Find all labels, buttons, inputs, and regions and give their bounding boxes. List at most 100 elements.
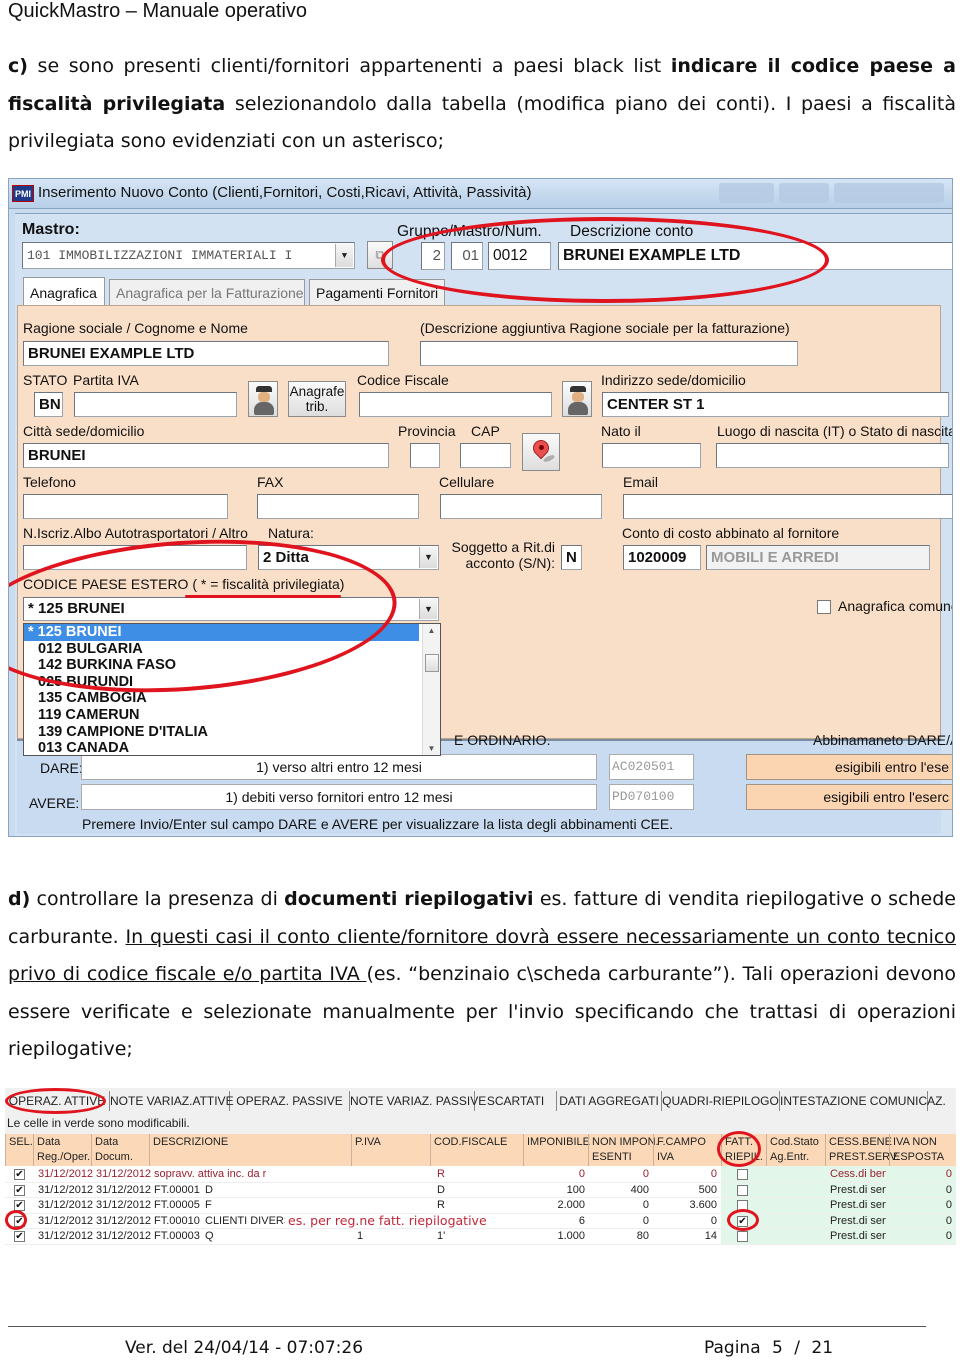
anagrafica-comune-checkbox[interactable] — [817, 600, 831, 614]
gruppo-field[interactable]: 2 — [421, 242, 445, 270]
country-option[interactable]: 025 BURUNDI — [24, 674, 440, 691]
data-doc-cell: 31/12/2012 — [96, 1168, 151, 1180]
cap-field[interactable] — [460, 443, 511, 468]
riepil-checkbox[interactable] — [737, 1169, 748, 1180]
tab-anagrafica-fatturazione[interactable]: Anagrafica per la Fatturazione — [109, 279, 305, 305]
country-option[interactable]: 013 CANADA — [24, 740, 440, 757]
data-doc-cell: 31/12/2012 — [96, 1199, 151, 1212]
ragione-sociale-field[interactable]: BRUNEI EXAMPLE LTD — [23, 341, 389, 366]
tab-quadri-riepilogo[interactable]: QUADRI-RIEPILOGO — [662, 1091, 780, 1111]
sel-checkbox[interactable]: ✔ — [14, 1231, 25, 1243]
conto-costo-code-field[interactable]: 1020009 — [623, 545, 701, 570]
iva-non-esposta-cell[interactable]: 0 — [889, 1198, 952, 1213]
dropdown-scrollbar[interactable]: ▲ ▼ — [422, 624, 440, 755]
provincia-field[interactable] — [410, 443, 440, 468]
descrizione-conto-field[interactable]: BRUNEI EXAMPLE LTD — [558, 242, 952, 270]
avere-field[interactable]: 1) debiti verso fornitori entro 12 mesi — [81, 784, 597, 810]
tab-note-variaz-passive[interactable]: NOTE VARIAZ. PASSIVE — [350, 1091, 486, 1111]
email-label: Email — [623, 474, 659, 490]
officer-lookup-button[interactable] — [248, 381, 278, 417]
iva-non-esposta-cell[interactable]: 0 — [889, 1167, 952, 1182]
tab-operaz-attive[interactable]: OPERAZ. ATTIVE — [5, 1091, 110, 1111]
luogo-nascita-field[interactable] — [716, 443, 949, 468]
officer-lookup-button-2[interactable] — [562, 381, 592, 417]
data-doc-cell: 31/12/2012 — [96, 1230, 151, 1243]
anagrafe-tributaria-button[interactable]: Anagrafe trib. — [288, 381, 346, 417]
tab-scartati[interactable]: SCARTATI — [475, 1091, 557, 1111]
scroll-up-icon[interactable]: ▲ — [423, 626, 440, 635]
country-option[interactable]: 119 CAMERUN — [24, 707, 440, 724]
riepil-checkbox[interactable] — [737, 1231, 748, 1243]
num-field[interactable]: 0012 — [488, 242, 551, 270]
cess-cell[interactable]: Prest.di serviz — [830, 1198, 886, 1213]
country-option[interactable]: 135 CAMBOGIA — [24, 690, 440, 707]
mastro-select[interactable]: 101 IMMOBILIZZAZIONI IMMATERIALI I ▼ — [22, 242, 355, 269]
codice-fiscale-field[interactable] — [359, 392, 552, 417]
section-d-marker: d) — [8, 888, 31, 910]
copy-button[interactable]: ⧉ — [367, 241, 393, 269]
dare-field[interactable]: 1) verso altri entro 12 mesi — [81, 754, 597, 780]
albo-field[interactable] — [23, 545, 247, 570]
window-button[interactable] — [834, 183, 944, 203]
chevron-down-icon[interactable]: ▼ — [335, 244, 353, 267]
codice-paese-select[interactable]: * 125 BRUNEI ▼ — [23, 597, 439, 621]
riepil-checkbox[interactable] — [737, 1200, 748, 1212]
descr-aggiuntiva-field[interactable] — [420, 341, 798, 366]
anagrafica-comune-label: Anagrafica comune — [838, 598, 953, 614]
fax-field[interactable] — [257, 494, 419, 519]
tab-pagamenti-fornitori[interactable]: Pagamenti Fornitori — [309, 279, 445, 305]
sel-checkbox[interactable]: ✔ — [14, 1184, 25, 1196]
country-dropdown-list[interactable]: * 125 BRUNEI 012 BULGARIA 142 BURKINA FA… — [23, 623, 441, 756]
country-option[interactable]: 012 BULGARIA — [24, 641, 440, 658]
nato-il-field[interactable] — [602, 443, 701, 468]
dare-abbinamento-button[interactable]: esigibili entro l'ese — [746, 754, 952, 780]
avere-abbinamento-button[interactable]: esigibili entro l'eserc — [746, 784, 952, 810]
chevron-down-icon[interactable]: ▼ — [419, 599, 437, 619]
sel-checkbox[interactable]: ✔ — [14, 1200, 25, 1212]
scrollbar-thumb[interactable] — [425, 654, 439, 672]
sel-checkbox[interactable]: ✔ — [14, 1215, 25, 1227]
country-option[interactable]: 139 CAMPIONE D'ITALIA — [24, 724, 440, 741]
column-header-line: Ag.Entr. — [770, 1151, 810, 1163]
footer-page-label: Pagina — [704, 1338, 761, 1358]
email-field[interactable] — [623, 494, 952, 519]
footer-version: Ver. del 24/04/14 - 07:07:26 — [125, 1338, 364, 1358]
country-option[interactable]: * 125 BRUNEI — [24, 624, 419, 641]
riepil-checkbox[interactable]: ✔ — [737, 1215, 748, 1227]
cess-cell[interactable]: Prest.di serviz — [830, 1229, 886, 1244]
tab-intestazione-comunicaz[interactable]: INTESTAZIONE COMUNICAZ. — [780, 1091, 946, 1111]
column-header: SEL. — [5, 1134, 36, 1166]
indirizzo-field[interactable]: CENTER ST 1 — [602, 392, 949, 417]
window-button[interactable] — [719, 183, 774, 203]
tab-anagrafica[interactable]: Anagrafica — [23, 277, 105, 305]
data-doc-cell: 31/12/2012 — [96, 1214, 151, 1227]
stato-field[interactable]: BN — [34, 392, 63, 417]
tab-dati-aggregati[interactable]: DATI AGGREGATI — [557, 1091, 662, 1111]
scroll-down-icon[interactable]: ▼ — [423, 744, 440, 753]
cess-cell[interactable]: Prest.di serviz — [830, 1183, 886, 1198]
cess-cell[interactable]: Prest.di serviz — [830, 1214, 886, 1229]
partita-iva-field[interactable] — [74, 392, 237, 417]
window-button[interactable] — [779, 183, 829, 203]
telefono-field[interactable] — [23, 494, 228, 519]
iva-non-esposta-cell[interactable]: 0 — [889, 1229, 952, 1244]
ritenuta-field[interactable]: N — [561, 545, 582, 570]
section-d-text-1: controllare la presenza di — [30, 888, 285, 910]
iva-non-esposta-cell[interactable]: 0 — [889, 1183, 952, 1198]
riepil-checkbox[interactable] — [737, 1184, 748, 1196]
citta-field[interactable]: BRUNEI — [23, 443, 389, 468]
iva-non-esposta-cell[interactable]: 0 — [889, 1214, 952, 1229]
natura-select-value: 2 Ditta — [263, 549, 309, 566]
tab-note-variaz-attive[interactable]: NOTE VARIAZ.ATTIVE — [110, 1091, 234, 1111]
natura-select[interactable]: 2 Ditta ▼ — [258, 545, 439, 570]
chevron-down-icon[interactable]: ▼ — [419, 547, 437, 568]
account-window: PMI Inserimento Nuovo Conto (Clienti,For… — [8, 178, 953, 837]
imponibile-cell: 2.000 — [557, 1199, 585, 1212]
country-option[interactable]: 142 BURKINA FASO — [24, 657, 440, 674]
cellulare-field[interactable] — [440, 494, 602, 519]
mastro-num-field[interactable]: 01 — [451, 242, 483, 270]
tab-operaz-passive[interactable]: OPERAZ. PASSIVE — [230, 1091, 350, 1111]
cess-cell[interactable]: Cess.di beni — [830, 1167, 886, 1182]
map-pin-button[interactable] — [522, 433, 560, 471]
sel-checkbox[interactable]: ✔ — [14, 1169, 25, 1180]
